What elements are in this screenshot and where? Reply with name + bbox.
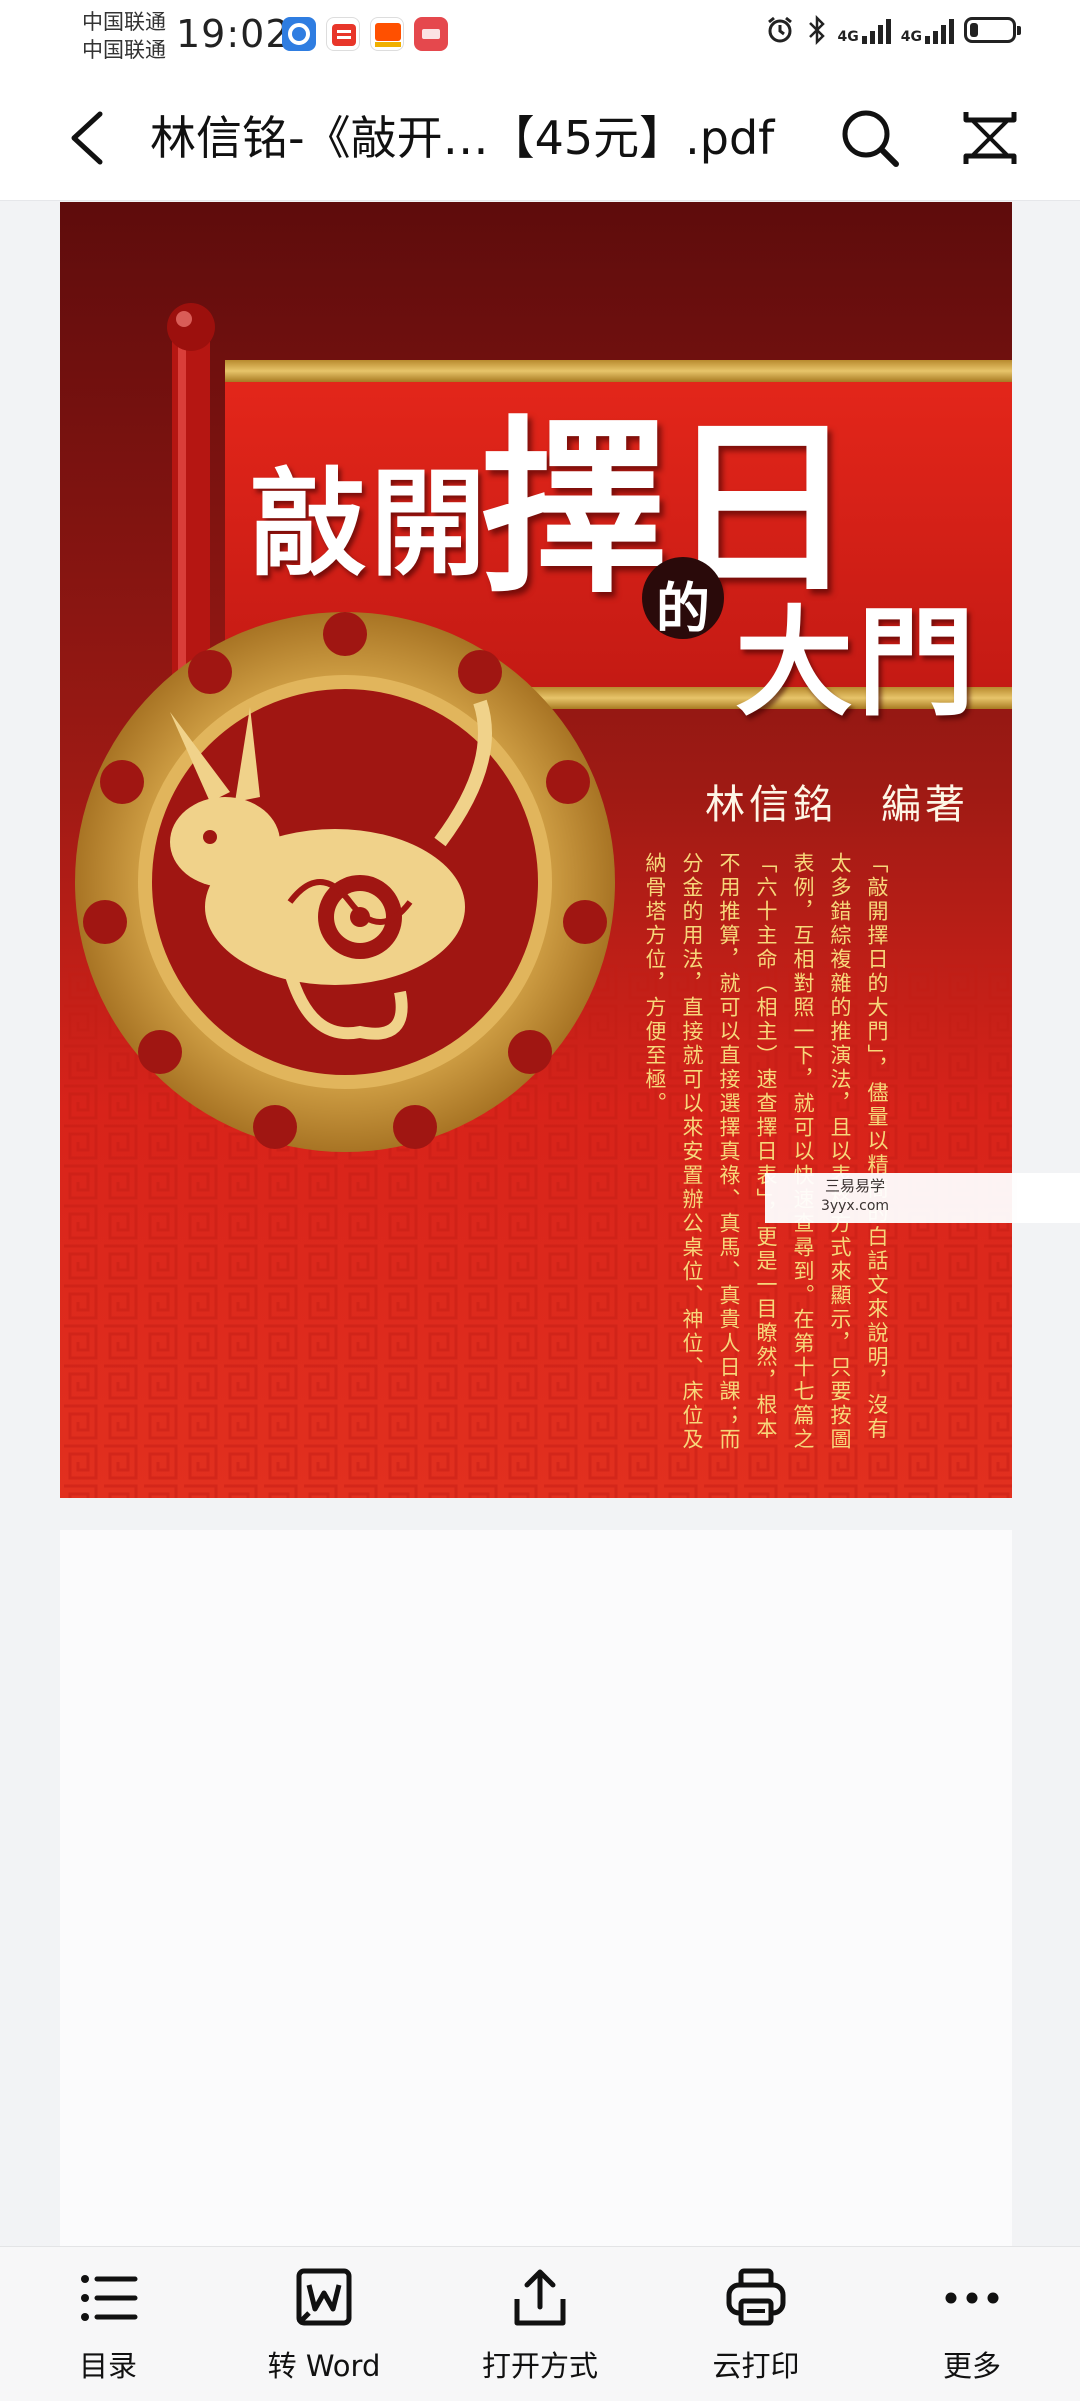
toolbar-item-open-with[interactable]: 打开方式 <box>432 2247 648 2401</box>
blue-app-icon <box>282 17 316 51</box>
search-icon <box>842 110 899 167</box>
cover-author: 林信銘 編著 <box>705 782 969 828</box>
carrier-labels: 中国联通 中国联通 <box>82 8 166 64</box>
document-title: 林信铭-《敲开…【45元】.pdf <box>150 111 775 165</box>
share-icon <box>514 2269 566 2326</box>
carrier-1: 中国联通 <box>82 10 166 34</box>
word-convert-icon <box>296 2268 352 2326</box>
printer-icon <box>726 2268 786 2326</box>
search-button[interactable] <box>838 106 902 170</box>
bluetooth-icon <box>808 14 825 46</box>
watermark-line2: 3yyx.com <box>820 1198 890 1214</box>
toolbar-item-contents[interactable]: 目录 <box>0 2247 216 2401</box>
watermark: 三易易学 3yyx.com <box>765 1173 1080 1223</box>
toolbar-item-to-word[interactable]: 转 Word <box>216 2247 432 2401</box>
toolbar-label-cloud-print: 云打印 <box>712 2349 800 2383</box>
network-2: 4G <box>901 16 954 44</box>
list-icon <box>81 2275 138 2321</box>
network-1: 4G <box>838 16 891 44</box>
cover-title-de: 的 <box>656 576 710 640</box>
notification-app-icons <box>282 17 448 51</box>
cover-title-part1: 敲開 <box>250 456 490 592</box>
pdf-page-1[interactable]: 敲開 擇日 的 大門 林信銘 編著 「敲開擇日的大門」，儘量以精簡的白話文來說明… <box>60 202 1012 1498</box>
battery-level <box>970 23 978 37</box>
cover-title-part3: 大門 <box>735 593 980 732</box>
app-header: 林信铭-《敲开…【45元】.pdf <box>0 76 1080 201</box>
back-button[interactable] <box>60 106 120 170</box>
toolbar-label-to-word: 转 Word <box>267 2349 381 2383</box>
alarm-icon <box>767 16 792 43</box>
carrier-2: 中国联通 <box>82 38 166 62</box>
taobao-icon <box>370 17 404 51</box>
toolbar-label-open-with: 打开方式 <box>481 2349 598 2383</box>
signal-1-icon <box>861 16 891 44</box>
taobao-deal-icon <box>326 17 360 51</box>
battery-icon <box>964 17 1021 43</box>
pdf-page-2[interactable] <box>60 1530 1012 2246</box>
toolbar-label-more: 更多 <box>942 2349 1001 2383</box>
signal-2-icon <box>925 16 954 44</box>
huawei-app-icon <box>414 17 448 51</box>
cover-blurb: 「敲開擇日的大門」，儘量以精簡的白話文來說明，沒有太多錯綜複雜的推演法，且以表格… <box>643 852 889 1452</box>
more-icon <box>945 2292 999 2304</box>
bottom-toolbar: 目录 转 Word 打开方式 云打印 更多 <box>0 2246 1080 2401</box>
toolbar-item-more[interactable]: 更多 <box>864 2247 1080 2401</box>
status-indicators: 4G 4G <box>764 14 1021 46</box>
status-time: 19:02 <box>176 12 291 56</box>
watermark-line1: 三易易学 <box>824 1177 885 1195</box>
toolbar-item-cloud-print[interactable]: 云打印 <box>648 2247 864 2401</box>
fullscreen-button[interactable] <box>958 106 1022 170</box>
collapse-toolbar-icon <box>963 112 1017 164</box>
back-arrow-icon <box>71 111 103 165</box>
rabbit-papercut-medallion <box>75 612 615 1152</box>
status-bar: 中国联通 中国联通 19:02 4G 4G <box>0 0 1080 76</box>
toolbar-label-contents: 目录 <box>78 2349 137 2383</box>
